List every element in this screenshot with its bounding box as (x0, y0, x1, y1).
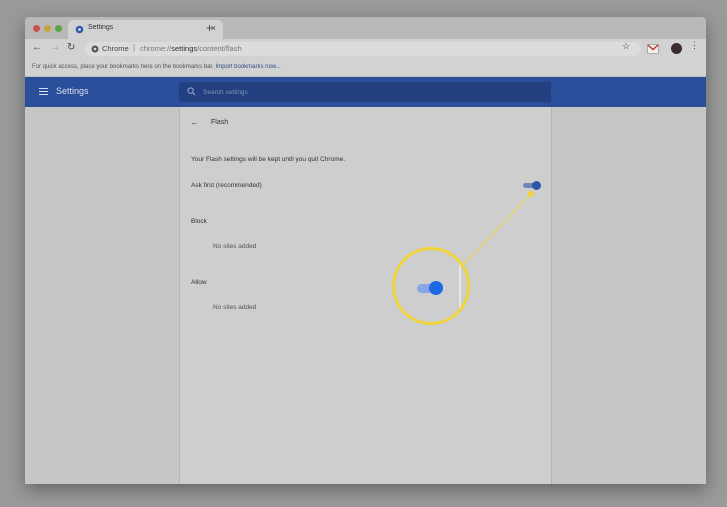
settings-content: ← Flash Your Flash settings will be kept… (25, 107, 706, 484)
bookmarks-message: For quick access, place your bookmarks h… (32, 64, 281, 70)
url-prefix: chrome:// (140, 44, 172, 53)
search-icon (187, 87, 196, 96)
search-input[interactable] (203, 85, 503, 99)
search-box[interactable] (179, 82, 551, 102)
callout-pin (528, 191, 534, 197)
allow-empty-text: No sites added (213, 304, 257, 311)
minimize-window-button[interactable] (44, 25, 51, 32)
settings-header: Settings (25, 77, 706, 107)
omnibox-separator: | (133, 43, 136, 52)
block-empty-text: No sites added (213, 243, 257, 250)
magnified-toggle-knob (429, 281, 443, 295)
back-icon[interactable]: ← (32, 42, 42, 53)
reload-icon[interactable]: ↻ (67, 42, 75, 53)
flash-description: Your Flash settings will be kept until y… (191, 156, 346, 163)
tab-title: Settings (88, 24, 114, 31)
block-section-label: Block (191, 218, 207, 225)
avatar[interactable] (671, 43, 682, 54)
back-arrow-icon[interactable]: ← (190, 117, 199, 127)
gmail-icon[interactable] (647, 43, 659, 55)
settings-title: Settings (56, 86, 89, 96)
address-bar[interactable]: Chrome | chrome://settings/content/flash (85, 42, 641, 56)
import-bookmarks-link[interactable]: Import bookmarks now... (215, 64, 280, 70)
browser-window: Settings × + ← → ↻ Chrome | chrome://set… (25, 17, 706, 484)
omnibox-url: chrome://settings/content/flash (140, 44, 242, 53)
secure-icon (91, 45, 99, 53)
url-host: settings (171, 44, 198, 53)
settings-gear-icon (75, 25, 84, 34)
maximize-window-button[interactable] (55, 25, 62, 32)
flash-settings-card: ← Flash Your Flash settings will be kept… (179, 107, 552, 484)
url-path: /content/flash (197, 44, 242, 53)
hamburger-menu-icon[interactable] (39, 88, 48, 96)
allow-section-label: Allow (191, 279, 207, 286)
close-window-button[interactable] (33, 25, 40, 32)
omnibox-origin: Chrome (102, 44, 129, 53)
tab-strip: Settings × + (25, 17, 706, 39)
toggle-callout-magnifier (392, 247, 470, 325)
bookmarks-bar: For quick access, place your bookmarks h… (25, 59, 706, 77)
star-icon[interactable]: ☆ (622, 41, 630, 52)
ask-first-toggle[interactable] (523, 181, 541, 190)
toolbar: ← → ↻ Chrome | chrome://settings/content… (25, 39, 706, 59)
ask-first-label: Ask first (recommended) (191, 182, 262, 189)
page-title: Flash (211, 119, 229, 126)
new-tab-button[interactable]: + (206, 21, 213, 35)
bookmarks-prompt: For quick access, place your bookmarks h… (32, 64, 214, 70)
tab-settings[interactable]: Settings × (68, 20, 223, 39)
forward-icon[interactable]: → (50, 42, 60, 53)
more-vert-icon[interactable]: ⋮ (690, 41, 699, 50)
